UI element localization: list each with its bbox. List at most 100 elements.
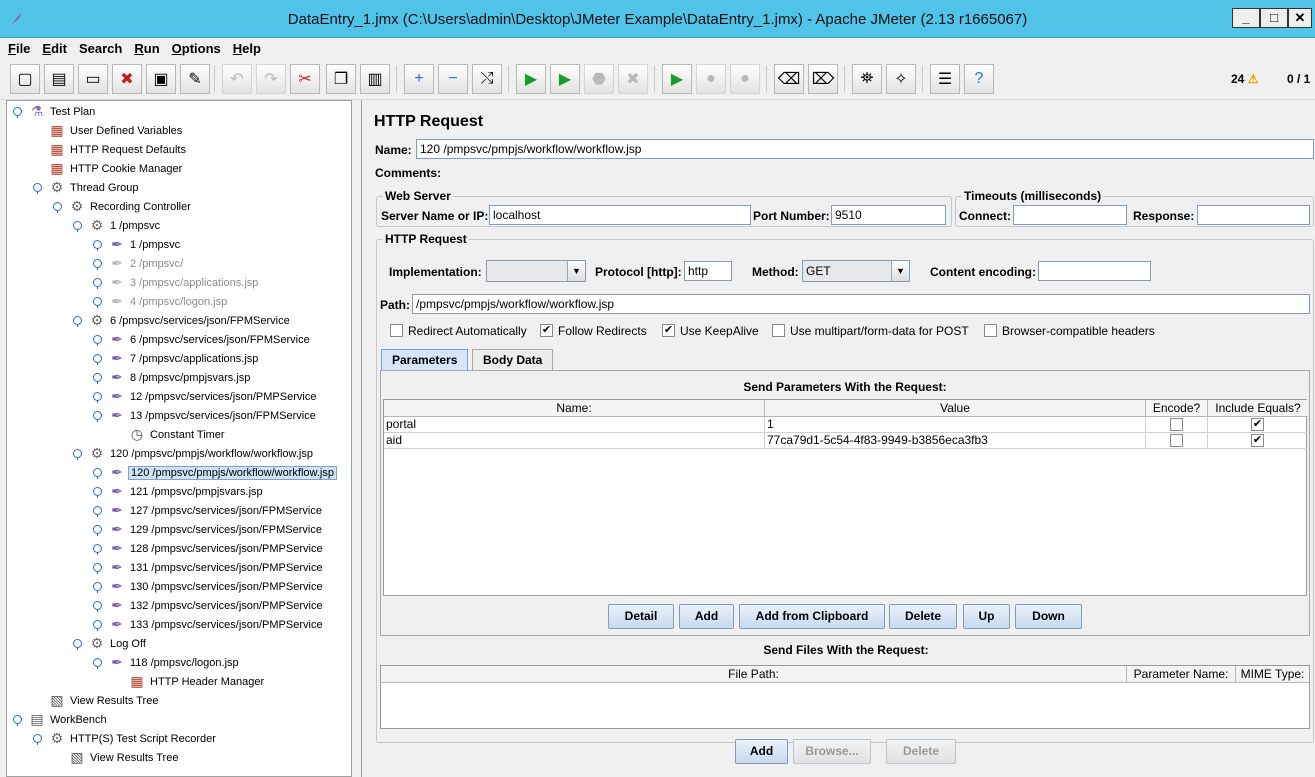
add-param-button[interactable]: Add	[679, 604, 734, 629]
tree-item[interactable]: ▤ WorkBench	[29, 711, 109, 729]
tab-body-data[interactable]: Body Data	[472, 349, 554, 370]
add-file-button[interactable]: Add	[735, 739, 788, 764]
param-name-cell[interactable]: portal	[384, 417, 765, 433]
tree-item[interactable]: ✒ 118 /pmpsvc/logon.jsp	[109, 654, 241, 672]
tree-item[interactable]: ✒ 13 /pmpsvc/services/json/FPMService	[109, 407, 318, 425]
expand-node-icon[interactable]	[93, 259, 102, 270]
split-pane-divider[interactable]	[352, 100, 361, 777]
clear-button[interactable]: ⌫	[774, 64, 804, 94]
encode-checkbox[interactable]	[1170, 418, 1183, 431]
reset-search-button[interactable]: ✧	[886, 64, 916, 94]
col-value-header[interactable]: Value	[765, 400, 1146, 417]
expand-node-icon[interactable]	[93, 506, 102, 517]
protocol-field[interactable]: http	[684, 261, 732, 281]
tree-item[interactable]: ✒ 130 /pmpsvc/services/json/PMPService	[109, 578, 325, 596]
col-file-path-header[interactable]: File Path:	[381, 666, 1127, 683]
clear-all-button[interactable]: ⌦	[808, 64, 838, 94]
search-button[interactable]: ⛯	[852, 64, 882, 94]
server-name-field[interactable]: localhost	[489, 205, 751, 225]
tree-item[interactable]: ✒ 129 /pmpsvc/services/json/FPMService	[109, 521, 324, 539]
col-encode-header[interactable]: Encode?	[1146, 400, 1208, 417]
tree-item[interactable]: ⚙ 1 /pmpsvc	[89, 217, 162, 235]
tree-item[interactable]: ▦ HTTP Header Manager	[129, 673, 266, 691]
implementation-select[interactable]: ▼	[486, 260, 586, 282]
maximize-button[interactable]: □	[1260, 8, 1288, 28]
down-button[interactable]: Down	[1015, 604, 1082, 629]
tree-item[interactable]: ▧ View Results Tree	[49, 692, 160, 710]
close-button[interactable]: ✖	[112, 64, 142, 94]
function-helper-button[interactable]: ☰	[930, 64, 960, 94]
expand-node-icon[interactable]	[93, 563, 102, 574]
up-button[interactable]: Up	[963, 604, 1010, 629]
tree-item[interactable]: ⚙ Log Off	[89, 635, 148, 653]
content-encoding-field[interactable]	[1038, 261, 1151, 281]
expand-node-icon[interactable]	[93, 468, 102, 479]
collapse-node-icon[interactable]	[33, 734, 42, 745]
tree-item[interactable]: ✒ 1 /pmpsvc	[109, 236, 182, 254]
save-as-button[interactable]: ✎	[180, 64, 210, 94]
browse-button[interactable]: Browse...	[793, 739, 871, 764]
tree-item[interactable]: ✒ 4 /pmpsvc/logon.jsp	[109, 293, 229, 311]
expand-node-icon[interactable]	[93, 525, 102, 536]
cut-button[interactable]: ✂	[290, 64, 320, 94]
expand-node-icon[interactable]	[93, 601, 102, 612]
name-field[interactable]: 120 /pmpsvc/pmpjs/workflow/workflow.jsp	[416, 139, 1314, 159]
tab-parameters[interactable]: Parameters	[381, 349, 469, 370]
tree-item[interactable]: ▦ HTTP Cookie Manager	[49, 160, 184, 178]
tree-item[interactable]: ▦ HTTP Request Defaults	[49, 141, 188, 159]
method-select[interactable]: GET ▼	[802, 260, 910, 282]
collapse-node-icon[interactable]	[73, 639, 82, 650]
param-include-equals-cell[interactable]: ✔	[1208, 417, 1308, 433]
connect-timeout-field[interactable]	[1013, 205, 1127, 225]
expand-node-icon[interactable]	[93, 392, 102, 403]
menu-file[interactable]: File	[0, 38, 34, 56]
response-timeout-field[interactable]	[1197, 205, 1310, 225]
expand-node-icon[interactable]	[93, 335, 102, 346]
copy-button[interactable]: ❐	[326, 64, 356, 94]
expand-node-icon[interactable]	[93, 354, 102, 365]
path-field[interactable]: /pmpsvc/pmpjs/workflow/workflow.jsp	[412, 294, 1310, 314]
col-include-equals-header[interactable]: Include Equals?	[1208, 400, 1308, 417]
warning-count[interactable]: 24 ⚠	[1231, 72, 1258, 86]
menu-edit[interactable]: Edit	[34, 38, 71, 56]
start-button[interactable]: ▶	[516, 64, 546, 94]
expand-node-icon[interactable]	[93, 297, 102, 308]
undo-button[interactable]: ↶	[222, 64, 252, 94]
tree-item[interactable]: ✒ 128 /pmpsvc/services/json/PMPService	[109, 540, 325, 558]
use-multipart-checkbox[interactable]: Use multipart/form-data for POST	[772, 324, 969, 338]
tree-item[interactable]: ✒ 6 /pmpsvc/services/json/FPMService	[109, 331, 312, 349]
collapse-node-icon[interactable]	[33, 183, 42, 194]
use-keepalive-checkbox[interactable]: ✔ Use KeepAlive	[662, 324, 759, 338]
param-encode-cell[interactable]	[1146, 417, 1208, 433]
collapse-node-icon[interactable]	[73, 449, 82, 460]
paste-button[interactable]: ▥	[360, 64, 390, 94]
tree-item[interactable]: ✒ 8 /pmpsvc/pmpjsvars.jsp	[109, 369, 252, 387]
tree-item[interactable]: ▧ View Results Tree	[69, 749, 180, 767]
col-name-header[interactable]: Name:	[384, 400, 765, 417]
tree-item[interactable]: ✒ 133 /pmpsvc/services/json/PMPService	[109, 616, 325, 634]
tree-item[interactable]: ✒ 7 /pmpsvc/applications.jsp	[109, 350, 260, 368]
include-equals-checkbox[interactable]: ✔	[1251, 434, 1264, 447]
remote-stop-button[interactable]: ●	[696, 64, 726, 94]
add-from-clipboard-button[interactable]: Add from Clipboard	[739, 604, 885, 629]
collapse-node-icon[interactable]	[13, 107, 22, 118]
start-no-pauses-button[interactable]: ▶	[550, 64, 580, 94]
shutdown-button[interactable]: ✖	[618, 64, 648, 94]
toggle-button[interactable]: ⤭	[472, 64, 502, 94]
tree-item[interactable]: ⚗ Test Plan	[29, 103, 97, 121]
collapse-node-icon[interactable]	[73, 316, 82, 327]
tree-item[interactable]: ◷ Constant Timer	[129, 426, 227, 444]
tree-item[interactable]: ✒ 121 /pmpsvc/pmpjsvars.jsp	[109, 483, 265, 501]
tree-item[interactable]: ⚙ 120 /pmpsvc/pmpjs/workflow/workflow.jsp	[89, 445, 315, 463]
expand-button[interactable]: +	[404, 64, 434, 94]
files-table[interactable]: File Path: Parameter Name: MIME Type:	[380, 665, 1310, 729]
browser-compatible-headers-checkbox[interactable]: Browser-compatible headers	[984, 324, 1155, 338]
expand-node-icon[interactable]	[93, 544, 102, 555]
parameters-table[interactable]: Name: Value Encode? Include Equals? port…	[383, 399, 1308, 596]
expand-node-icon[interactable]	[93, 411, 102, 422]
tree-item[interactable]: ⚙ Thread Group	[49, 179, 140, 197]
tree-item[interactable]: ✒ 131 /pmpsvc/services/json/PMPService	[109, 559, 325, 577]
tree-item[interactable]: ▦ User Defined Variables	[49, 122, 184, 140]
collapse-node-icon[interactable]	[73, 221, 82, 232]
collapse-button[interactable]: −	[438, 64, 468, 94]
